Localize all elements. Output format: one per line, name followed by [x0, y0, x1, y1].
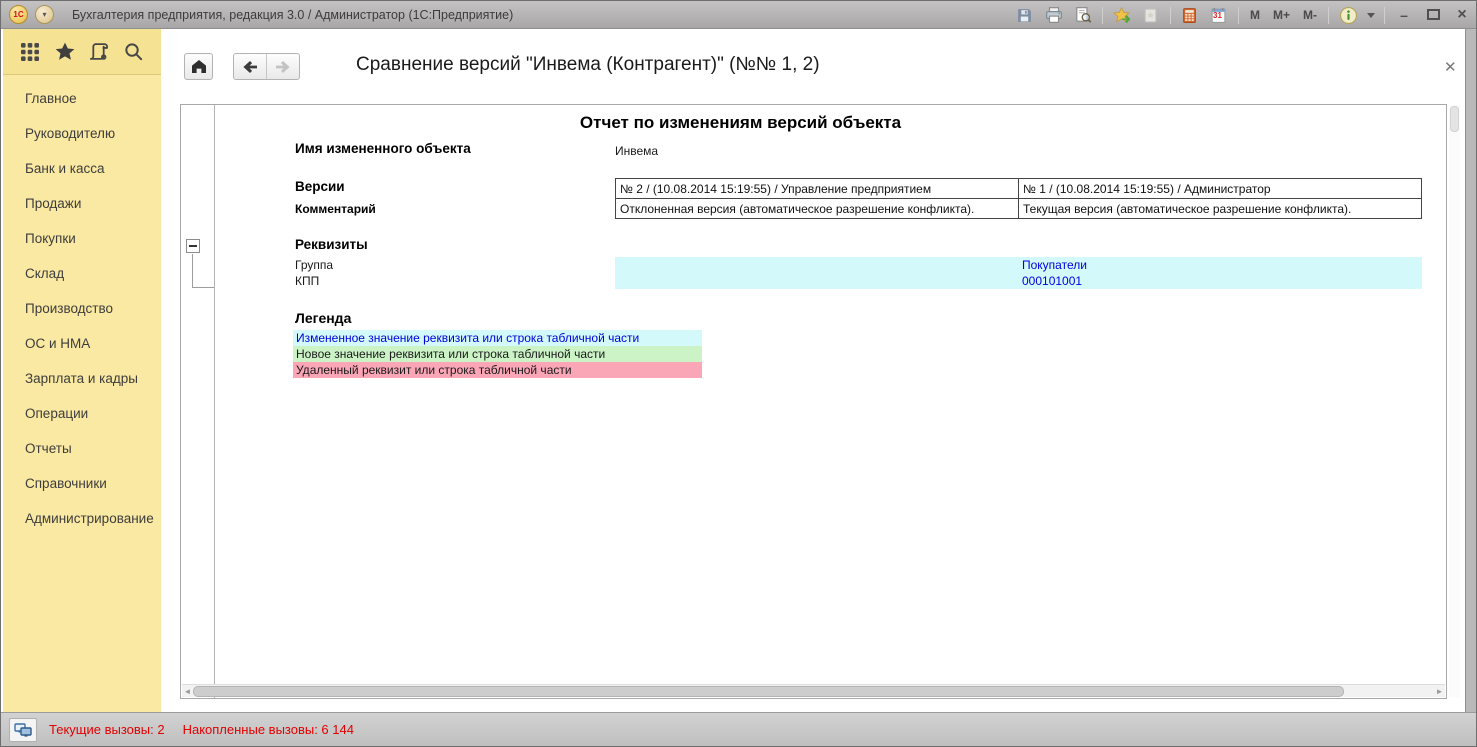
attribute-value: 000101001 [615, 273, 1422, 289]
add-favorite-icon[interactable] [1112, 5, 1132, 25]
versions-label: Версии [295, 179, 345, 194]
nav-history-group [233, 53, 300, 80]
grouping-margin-line [214, 105, 215, 698]
window-frame-edge [1465, 29, 1476, 714]
comment-cell-right: Текущая версия (автоматическое разрешени… [1019, 199, 1422, 219]
history-icon[interactable] [88, 41, 110, 63]
attribute-value: Покупатели [615, 257, 1422, 273]
back-button[interactable] [234, 54, 266, 79]
calendar-day: 31 [1209, 11, 1226, 20]
report-heading: Отчет по изменениям версий объекта [215, 113, 1266, 133]
toolbar-separator [1170, 7, 1171, 24]
call-counters: Текущие вызовы: 2 Накопленные вызовы: 6 … [49, 722, 354, 737]
group-bracket-vertical [192, 254, 193, 287]
sidebar-item-rukovoditelyu[interactable]: Руководителю [3, 116, 161, 151]
toolbar-separator [1102, 7, 1103, 24]
comment-label: Комментарий [295, 202, 376, 216]
versions-table: № 2 / (10.08.2014 15:19:55) / Управление… [615, 178, 1422, 219]
legend-item-changed: Измененное значение реквизита или строка… [293, 330, 702, 346]
sidebar: Главное Руководителю Банк и касса Продаж… [3, 29, 161, 714]
accumulated-calls: Накопленные вызовы: 6 144 [183, 722, 354, 737]
sidebar-item-glavnoe[interactable]: Главное [3, 81, 161, 116]
titlebar: 1С ▾ Бухгалтерия предприятия, редакция 3… [1, 1, 1477, 29]
search-icon[interactable] [123, 41, 145, 63]
group-bracket-horizontal [192, 287, 214, 288]
logo-text: 1С [13, 10, 23, 19]
memory-mplus-button[interactable]: M+ [1271, 8, 1292, 22]
print-preview-icon[interactable] [1073, 5, 1093, 25]
sidebar-item-operacii[interactable]: Операции [3, 396, 161, 431]
comment-cell-left: Отклоненная версия (автоматическое разре… [616, 199, 1019, 219]
window-close-button[interactable]: × [1452, 6, 1472, 24]
sidebar-toolbar [3, 29, 161, 75]
version-cell-left: № 2 / (10.08.2014 15:19:55) / Управление… [616, 179, 1019, 199]
form-close-button[interactable]: ✕ [1444, 58, 1457, 76]
info-icon[interactable] [1338, 5, 1358, 25]
sidebar-item-administrirovanie[interactable]: Администрирование [3, 501, 161, 536]
app-window: 1С ▾ Бухгалтерия предприятия, редакция 3… [0, 0, 1477, 747]
scroll-right-icon[interactable]: ► [1434, 685, 1445, 698]
version-cell-right: № 1 / (10.08.2014 15:19:55) / Администра… [1019, 179, 1422, 199]
home-button[interactable] [184, 53, 213, 80]
sidebar-item-spravochniki[interactable]: Справочники [3, 466, 161, 501]
vertical-scrollbar[interactable] [1449, 105, 1460, 697]
favorites-star-icon[interactable] [54, 41, 76, 63]
attribute-name: КПП [295, 274, 319, 288]
sidebar-item-proizvodstvo[interactable]: Производство [3, 291, 161, 326]
table-row: Отклоненная версия (автоматическое разре… [616, 199, 1422, 219]
forward-button[interactable] [267, 54, 299, 79]
sidebar-item-prodazhi[interactable]: Продажи [3, 186, 161, 221]
page-title: Сравнение версий "Инвема (Контрагент)" (… [356, 54, 820, 76]
statusbar: Текущие вызовы: 2 Накопленные вызовы: 6 … [1, 712, 1477, 746]
home-icon [191, 59, 207, 74]
sidebar-item-otchety[interactable]: Отчеты [3, 431, 161, 466]
attributes-label: Реквизиты [295, 237, 368, 252]
info-dropdown-icon[interactable] [1367, 13, 1375, 18]
sidebar-menu: Главное Руководителю Банк и касса Продаж… [3, 75, 161, 536]
sidebar-item-pokupki[interactable]: Покупки [3, 221, 161, 256]
titlebar-toolbar: 31 M M+ M- – × [1015, 1, 1472, 29]
changed-values-band: Покупатели 000101001 [615, 257, 1422, 289]
toolbar-separator [1238, 7, 1239, 24]
object-name-label: Имя измененного объекта [295, 141, 471, 156]
minimize-button[interactable]: – [1394, 7, 1414, 23]
legend-label: Легенда [295, 310, 351, 326]
forward-icon [275, 60, 291, 74]
toolbar-separator [1384, 7, 1385, 24]
report-document: Отчет по изменениям версий объекта Имя и… [180, 104, 1447, 699]
calendar-icon[interactable]: 31 [1209, 5, 1229, 25]
scroll-left-icon[interactable]: ◄ [182, 685, 193, 698]
sidebar-item-zarplata-i-kadry[interactable]: Зарплата и кадры [3, 361, 161, 396]
sidebar-item-sklad[interactable]: Склад [3, 256, 161, 291]
computers-icon [14, 722, 32, 738]
legend-item-deleted: Удаленный реквизит или строка табличной … [293, 362, 702, 378]
maximize-button[interactable] [1423, 7, 1443, 23]
app-logo-icon: 1С [9, 5, 28, 24]
memory-m-button[interactable]: M [1248, 8, 1262, 22]
menu-grid-icon[interactable] [19, 41, 41, 63]
calculator-icon[interactable] [1180, 5, 1200, 25]
vertical-scroll-thumb[interactable] [1450, 106, 1459, 132]
horizontal-scrollbar[interactable]: ◄ ► [182, 684, 1445, 697]
window-title: Бухгалтерия предприятия, редакция 3.0 / … [72, 8, 513, 22]
memory-mminus-button[interactable]: M- [1301, 8, 1319, 22]
server-calls-button[interactable] [9, 718, 37, 742]
legend-item-new: Новое значение реквизита или строка табл… [293, 346, 702, 362]
current-calls: Текущие вызовы: 2 [49, 722, 165, 737]
system-menu-button[interactable]: ▾ [35, 5, 54, 24]
table-row: № 2 / (10.08.2014 15:19:55) / Управление… [616, 179, 1422, 199]
sidebar-item-os-i-nma[interactable]: ОС и НМА [3, 326, 161, 361]
back-icon [242, 60, 258, 74]
horizontal-scroll-thumb[interactable] [193, 686, 1344, 697]
collapse-group-button[interactable] [186, 239, 200, 253]
save-icon[interactable] [1015, 5, 1035, 25]
print-icon[interactable] [1044, 5, 1064, 25]
attribute-name: Группа [295, 258, 333, 272]
favorites-list-icon [1141, 5, 1161, 25]
toolbar-separator [1328, 7, 1329, 24]
object-name-value: Инвема [615, 144, 658, 158]
sidebar-item-bank-i-kassa[interactable]: Банк и касса [3, 151, 161, 186]
